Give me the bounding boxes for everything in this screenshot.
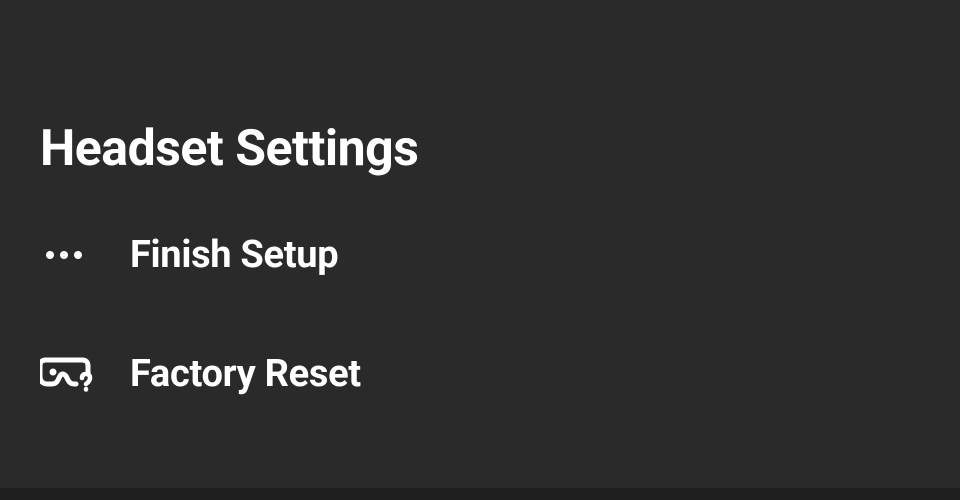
menu-item-label: Finish Setup bbox=[130, 233, 338, 277]
page-title: Headset Settings bbox=[40, 120, 960, 178]
more-dots-icon bbox=[40, 251, 100, 259]
bottom-divider bbox=[0, 488, 960, 500]
menu-item-label: Factory Reset bbox=[130, 352, 361, 396]
menu-item-factory-reset[interactable]: Factory Reset bbox=[40, 352, 960, 396]
menu-item-finish-setup[interactable]: Finish Setup bbox=[40, 233, 960, 277]
settings-panel: Headset Settings Finish Setup Factory Re… bbox=[0, 0, 960, 396]
headset-reset-icon bbox=[40, 354, 100, 394]
